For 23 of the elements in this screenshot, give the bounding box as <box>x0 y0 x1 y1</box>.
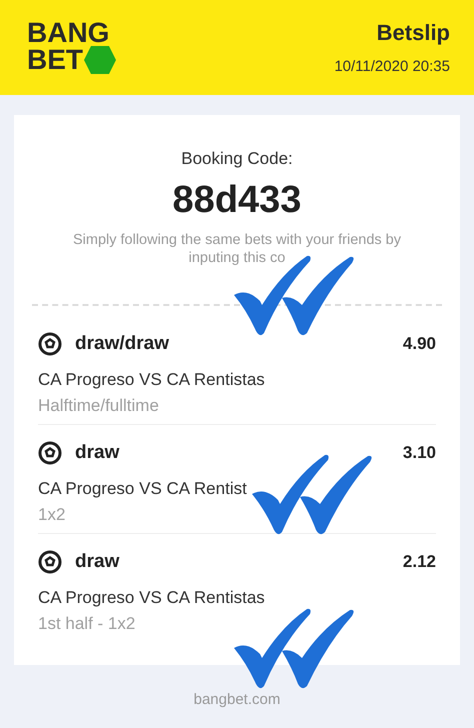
logo: BANG BET <box>27 20 117 74</box>
match-name: CA Progreso VS CA Rentistas <box>38 370 266 390</box>
football-icon <box>38 550 62 574</box>
football-icon <box>38 441 62 465</box>
hint-text: inputing this co <box>188 250 286 266</box>
page-title: Betslip <box>376 20 450 46</box>
hint-text: Simply following the same bets with your friends by <box>72 232 401 248</box>
match-name: CA Progreso VS CA Rentistas <box>38 588 266 608</box>
bet-pick: draw/draw <box>75 333 169 355</box>
bet-odds: 2.12 <box>402 552 436 572</box>
bet-odds: 3.10 <box>402 443 436 463</box>
date-time: 10/11/2020 20:35 <box>334 58 450 75</box>
bet-pick: draw <box>75 442 120 464</box>
bet-market: 1x2 <box>38 505 66 525</box>
bet-odds: 4.90 <box>402 334 436 354</box>
footer-text: bangbet.com <box>194 691 280 708</box>
bet-market: 1st half - 1x2 <box>38 614 136 634</box>
match-name: CA Progreso VS CA Rentist <box>38 479 248 499</box>
booking-code-label: Booking Code: <box>181 149 293 169</box>
bet-market: Halftime/fulltime <box>38 396 160 416</box>
bet-pick: draw <box>75 551 120 573</box>
football-icon <box>38 332 62 356</box>
booking-code: 88d433 <box>172 179 302 222</box>
